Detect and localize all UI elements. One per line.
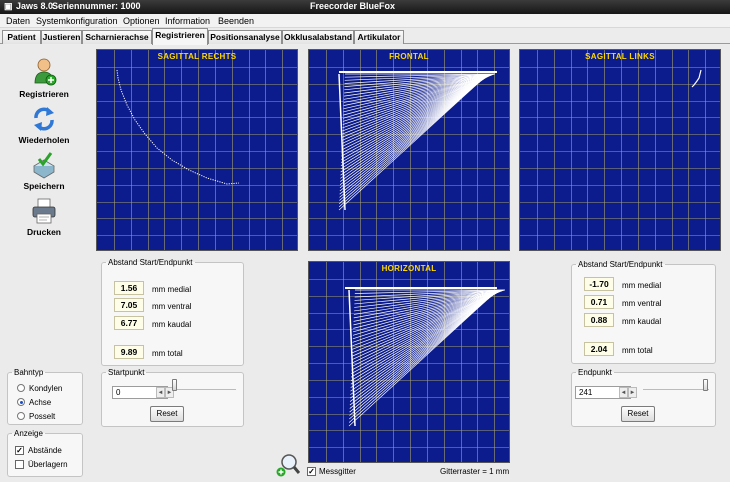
- startpoint-slider-track[interactable]: [172, 380, 236, 390]
- motion-trace-line: [343, 74, 493, 110]
- right-total-value: 2.04: [584, 342, 614, 356]
- refresh-icon: [34, 107, 54, 131]
- menu-beenden[interactable]: Beenden: [218, 16, 254, 26]
- motion-trace-line: [351, 291, 499, 371]
- save-button[interactable]: Speichern: [14, 151, 74, 191]
- path-type-achse-radio[interactable]: [17, 398, 25, 406]
- motion-trace-line: [352, 291, 501, 347]
- print-label: Drucken: [26, 227, 61, 237]
- right-kaudal-value: 0.88: [584, 313, 614, 327]
- print-button[interactable]: Drucken: [14, 197, 74, 237]
- startpoint-decrement[interactable]: ◄: [156, 387, 165, 398]
- path-type-achse-label: Achse: [29, 398, 52, 407]
- motion-trace-edge: [348, 289, 356, 427]
- tab-positionsanalyse[interactable]: Positionsanalyse: [208, 30, 282, 44]
- left-total-unit: mm total: [152, 349, 183, 358]
- horizontal-plot: [309, 262, 509, 462]
- motion-trace-line: [340, 76, 488, 167]
- distances-label: Abstände: [28, 446, 62, 455]
- user-add-icon: [34, 58, 57, 86]
- endpoint-increment[interactable]: ►: [628, 387, 637, 398]
- right-medial-unit: mm medial: [622, 281, 662, 290]
- sagittal-left-panel: SAGITTAL LINKS: [519, 49, 721, 251]
- zoom-icon[interactable]: [276, 453, 300, 477]
- left-ventral-unit: mm ventral: [152, 302, 192, 311]
- motion-trace-line: [350, 292, 498, 381]
- device-name: Freecorder BlueFox: [310, 1, 396, 11]
- left-medial-value: 1.56: [114, 281, 144, 295]
- startpoint-reset-button[interactable]: Reset: [150, 406, 184, 422]
- tab-okklusalabstand[interactable]: Okklusalabstand: [282, 30, 354, 44]
- endpoint-reset-button[interactable]: Reset: [621, 406, 655, 422]
- sagittal-left-plot: [520, 50, 720, 250]
- sagittal-right-plot: [97, 50, 297, 250]
- left-kaudal-value: 6.77: [114, 316, 144, 330]
- main-content: Registrieren Wiederholen Speichern Druck…: [0, 45, 730, 482]
- right-ventral-unit: mm ventral: [622, 299, 662, 308]
- path-type-kondylen-radio[interactable]: [17, 384, 25, 392]
- frontal-panel: FRONTAL: [308, 49, 510, 251]
- left-kaudal-unit: mm kaudal: [152, 320, 192, 329]
- sagittal-right-title: SAGITTAL RECHTS: [157, 52, 237, 61]
- sagittal-right-panel: SAGITTAL RECHTS: [96, 49, 298, 251]
- endpoint-slider-thumb[interactable]: [703, 379, 708, 391]
- sagittal-right-trace: [116, 69, 240, 185]
- tab-bar: Patient Justieren Scharnierachse Registr…: [0, 28, 730, 45]
- reload-label: Wiederholen: [18, 135, 70, 145]
- path-type-label: Bahntyp: [14, 368, 44, 377]
- horizontal-title: HORIZONTAL: [381, 264, 437, 273]
- tab-registrieren[interactable]: Registrieren: [152, 28, 208, 45]
- distances-checkbox[interactable]: ✓: [15, 446, 24, 455]
- menu-bar: Daten Systemkonfiguration Optionen Infor…: [0, 14, 730, 28]
- right-ventral-value: 0.71: [584, 295, 614, 309]
- save-icon: [33, 152, 55, 179]
- right-medial-value: -1.70: [584, 277, 614, 291]
- startpoint-slider-thumb[interactable]: [172, 379, 177, 391]
- menu-optionen[interactable]: Optionen: [123, 16, 160, 26]
- overlay-label: Überlagern: [28, 460, 68, 469]
- menu-information[interactable]: Information: [165, 16, 210, 26]
- motion-trace-line: [351, 292, 498, 374]
- menu-daten[interactable]: Daten: [6, 16, 30, 26]
- path-type-kondylen-label: Kondylen: [29, 384, 63, 393]
- register-label: Registrieren: [19, 89, 69, 99]
- path-type-posselt-radio[interactable]: [17, 412, 25, 420]
- tab-patient[interactable]: Patient: [2, 30, 41, 44]
- frontal-title: FRONTAL: [389, 52, 429, 61]
- right-total-unit: mm total: [622, 346, 653, 355]
- reload-button[interactable]: Wiederholen: [14, 105, 74, 145]
- right-kaudal-unit: mm kaudal: [622, 317, 662, 326]
- endpoint-label: Endpunkt: [578, 368, 612, 377]
- distance-right-title: Abstand Start/Endpunkt: [578, 260, 663, 269]
- endpoint-slider-track[interactable]: [643, 380, 709, 390]
- startpoint-label: Startpunkt: [108, 368, 145, 377]
- serial-number: Seriennummer: 1000: [52, 1, 141, 11]
- motion-trace-line: [350, 292, 497, 392]
- frontal-plot: [309, 50, 509, 250]
- printer-icon: [32, 198, 56, 224]
- left-total-value: 9.89: [114, 345, 144, 359]
- tab-artikulator[interactable]: Artikulator: [354, 30, 404, 44]
- tab-justieren[interactable]: Justieren: [41, 30, 82, 44]
- motion-trace-line: [341, 76, 488, 157]
- measurement-grid-label: Messgitter: [319, 467, 356, 476]
- grid-scale-label: Gitterraster = 1 mm: [440, 467, 510, 476]
- measurement-grid-checkbox[interactable]: ✓: [307, 467, 316, 476]
- title-bar: ▣ Jaws 8.0 Seriennummer: 1000 Freecorder…: [0, 0, 730, 14]
- sagittal-left-title: SAGITTAL LINKS: [585, 52, 655, 61]
- overlay-checkbox[interactable]: [15, 460, 24, 469]
- menu-systemkonfiguration[interactable]: Systemkonfiguration: [36, 16, 118, 26]
- save-label: Speichern: [23, 181, 65, 191]
- endpoint-decrement[interactable]: ◄: [619, 387, 628, 398]
- display-label: Anzeige: [14, 429, 43, 438]
- left-medial-unit: mm medial: [152, 285, 192, 294]
- left-ventral-value: 7.05: [114, 298, 144, 312]
- window-icon: ▣: [4, 1, 13, 11]
- path-type-posselt-label: Posselt: [29, 412, 56, 421]
- tab-scharnierachse[interactable]: Scharnierachse: [82, 30, 152, 44]
- distance-left-title: Abstand Start/Endpunkt: [108, 258, 193, 267]
- register-button[interactable]: Registrieren: [14, 57, 74, 99]
- horizontal-panel: HORIZONTAL: [308, 261, 510, 463]
- app-title: Jaws 8.0: [16, 1, 54, 11]
